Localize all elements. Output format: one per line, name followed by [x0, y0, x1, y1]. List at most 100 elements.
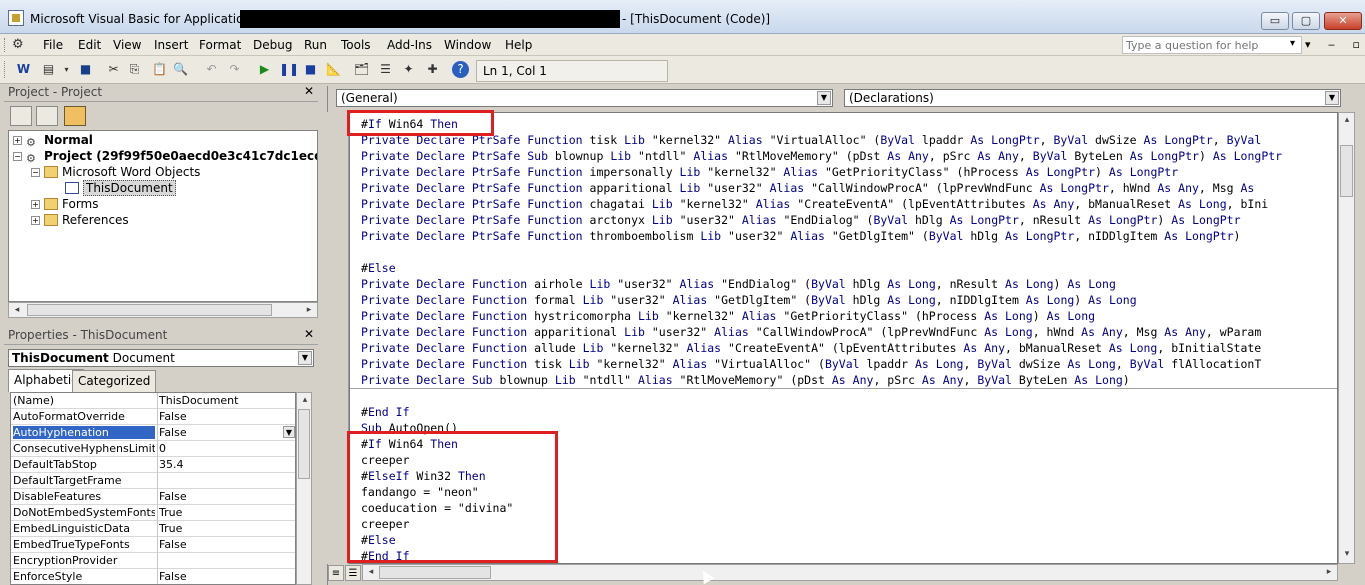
- expand-icon[interactable]: +: [13, 136, 22, 145]
- property-value[interactable]: 35.4: [159, 458, 295, 471]
- property-value[interactable]: 0: [159, 442, 295, 455]
- help-icon[interactable]: ?: [452, 61, 469, 78]
- chevron-down-icon[interactable]: ▼: [1325, 91, 1339, 105]
- help-search-box[interactable]: [1122, 36, 1302, 54]
- paste-icon[interactable]: 📋: [151, 61, 168, 78]
- collapse-icon[interactable]: −: [31, 168, 40, 177]
- insert-userform-icon[interactable]: ▤: [40, 61, 57, 78]
- view-object-button[interactable]: [36, 106, 58, 126]
- collapse-icon[interactable]: −: [13, 152, 22, 161]
- code-line[interactable]: Private Declare Function tisk Lib "kerne…: [361, 356, 1261, 372]
- code-line[interactable]: Private Declare PtrSafe Function thrombo…: [361, 228, 1240, 244]
- chevron-down-icon[interactable]: ▼: [283, 426, 295, 438]
- property-row[interactable]: DefaultTargetFrame: [11, 473, 295, 489]
- insert-dropdown-icon[interactable]: ▾: [58, 61, 75, 78]
- property-row[interactable]: DefaultTabStop 35.4: [11, 457, 295, 473]
- menu-format[interactable]: Format: [199, 38, 241, 52]
- view-word-icon[interactable]: W: [15, 61, 32, 78]
- property-value[interactable]: False: [159, 426, 295, 439]
- code-margin[interactable]: [327, 112, 349, 564]
- code-line[interactable]: Private Declare PtrSafe Sub blownup Lib …: [361, 148, 1282, 164]
- property-value[interactable]: True: [159, 506, 295, 519]
- help-search-input[interactable]: [1123, 37, 1283, 53]
- close-icon[interactable]: ✕: [302, 327, 316, 341]
- menu-edit[interactable]: Edit: [78, 38, 101, 52]
- procedure-view-icon[interactable]: ≡: [328, 565, 344, 581]
- code-line[interactable]: Private Declare PtrSafe Function imperso…: [361, 164, 1178, 180]
- property-row[interactable]: EncryptionProvider: [11, 553, 295, 569]
- scroll-thumb[interactable]: [1340, 145, 1353, 197]
- object-selector[interactable]: ThisDocument Document ▼: [8, 349, 314, 367]
- reset-icon[interactable]: ■: [302, 61, 319, 78]
- properties-vscrollbar[interactable]: ▴: [296, 392, 312, 585]
- code-line[interactable]: Private Declare Function airhole Lib "us…: [361, 276, 1116, 292]
- property-row[interactable]: DoNotEmbedSystemFonts True: [11, 505, 295, 521]
- menu-addins[interactable]: Add-Ins: [387, 38, 432, 52]
- tree-node-word-objects[interactable]: − Microsoft Word Objects: [31, 165, 200, 179]
- code-line[interactable]: #Else: [361, 260, 396, 276]
- copy-icon[interactable]: ⎘: [126, 61, 143, 78]
- code-line[interactable]: Private Declare Function allude Lib "ker…: [361, 340, 1261, 356]
- property-value[interactable]: ThisDocument: [159, 394, 295, 407]
- scroll-right-icon[interactable]: ▸: [301, 303, 317, 317]
- code-line[interactable]: Private Declare Function formal Lib "use…: [361, 292, 1137, 308]
- vba-menu-icon[interactable]: ⚙: [12, 37, 28, 53]
- code-line[interactable]: Private Declare PtrSafe Function tisk Li…: [361, 132, 1261, 148]
- undo-icon[interactable]: ↶: [203, 61, 220, 78]
- mdi-window-controls[interactable]: ▾ ‒ ▫ ✕: [1305, 38, 1365, 51]
- menu-window[interactable]: Window: [444, 38, 491, 52]
- close-button[interactable]: ✕: [1324, 12, 1362, 30]
- property-row[interactable]: AutoFormatOverride False: [11, 409, 295, 425]
- code-line[interactable]: Private Declare Function hystricomorpha …: [361, 308, 1095, 324]
- close-icon[interactable]: ✕: [302, 84, 316, 98]
- scroll-down-icon[interactable]: ▾: [1339, 547, 1355, 561]
- expand-icon[interactable]: +: [31, 216, 40, 225]
- maximize-button[interactable]: ▢: [1292, 12, 1320, 30]
- toolbar-grip[interactable]: [4, 61, 10, 78]
- tree-node-normal[interactable]: + ⚙ Normal: [13, 133, 93, 149]
- scroll-thumb[interactable]: [379, 566, 491, 579]
- code-line[interactable]: Private Declare Sub blownup Lib "ntdll" …: [361, 372, 1130, 388]
- menu-run[interactable]: Run: [304, 38, 327, 52]
- save-icon[interactable]: ■: [77, 61, 94, 78]
- menu-grip[interactable]: [4, 38, 7, 52]
- properties-window-icon[interactable]: ☰: [377, 61, 394, 78]
- property-value[interactable]: False: [159, 490, 295, 503]
- help-dropdown-icon[interactable]: ▾: [1290, 38, 1295, 49]
- object-combo[interactable]: (General) ▼: [336, 89, 833, 107]
- menu-insert[interactable]: Insert: [154, 38, 188, 52]
- redo-icon[interactable]: ↷: [226, 61, 243, 78]
- menu-file[interactable]: File: [43, 38, 63, 52]
- code-line[interactable]: Private Declare Function apparitional Li…: [361, 324, 1261, 340]
- scroll-right-icon[interactable]: ▸: [1321, 565, 1337, 579]
- property-row[interactable]: EmbedLinguisticData True: [11, 521, 295, 537]
- property-value[interactable]: False: [159, 538, 295, 551]
- toggle-folders-button[interactable]: [64, 106, 86, 126]
- toolbox-icon[interactable]: ✚: [424, 61, 441, 78]
- project-hscrollbar[interactable]: ◂ ▸: [8, 302, 318, 318]
- code-hscrollbar[interactable]: ◂ ▸: [362, 564, 1338, 581]
- scroll-left-icon[interactable]: ◂: [363, 565, 379, 579]
- cut-icon[interactable]: ✂: [105, 61, 122, 78]
- scroll-thumb[interactable]: [298, 409, 310, 479]
- scroll-up-icon[interactable]: ▴: [297, 393, 313, 407]
- tab-categorized[interactable]: Categorized: [72, 370, 157, 392]
- code-vscrollbar[interactable]: ▴ ▾: [1338, 112, 1355, 564]
- property-row[interactable]: (Name) ThisDocument: [11, 393, 295, 409]
- view-code-button[interactable]: [10, 106, 32, 126]
- design-mode-icon[interactable]: 📐: [325, 61, 342, 78]
- tree-node-references[interactable]: + References: [31, 213, 129, 227]
- title-bar[interactable]: Microsoft Visual Basic for Applications …: [0, 0, 1365, 34]
- property-value[interactable]: True: [159, 522, 295, 535]
- code-line[interactable]: Private Declare PtrSafe Function arctony…: [361, 212, 1241, 228]
- property-value[interactable]: False: [159, 410, 295, 423]
- break-icon[interactable]: ❚❚: [279, 61, 299, 78]
- property-row[interactable]: EmbedTrueTypeFonts False: [11, 537, 295, 553]
- menu-help[interactable]: Help: [505, 38, 532, 52]
- vba-app-icon[interactable]: [8, 10, 24, 26]
- tree-node-thisdocument[interactable]: ThisDocument: [65, 180, 176, 196]
- menu-debug[interactable]: Debug: [253, 38, 292, 52]
- property-row[interactable]: EnforceStyle False: [11, 569, 295, 584]
- property-row[interactable]: DisableFeatures False: [11, 489, 295, 505]
- project-explorer-icon[interactable]: 🗂: [353, 61, 370, 78]
